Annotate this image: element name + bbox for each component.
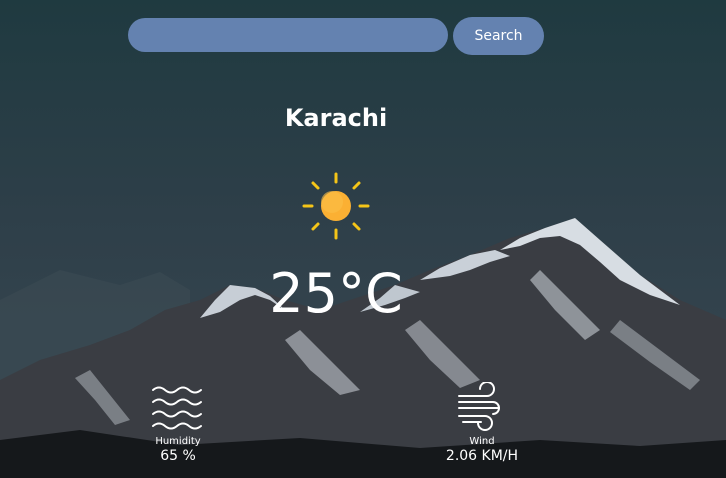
weather-app: Search Karachi 25°C Humidity 65 % Wind 2… bbox=[0, 0, 726, 478]
humidity-label: Humidity bbox=[155, 436, 201, 447]
city-name: Karachi bbox=[284, 104, 388, 132]
sun-icon bbox=[302, 172, 370, 240]
wind-label: Wind bbox=[469, 436, 495, 447]
wind-icon bbox=[458, 382, 500, 431]
humidity-value: 65 % bbox=[160, 448, 196, 464]
wind-value: 2.06 KM/H bbox=[445, 448, 519, 464]
search-input[interactable] bbox=[128, 18, 448, 52]
search-button[interactable]: Search bbox=[453, 17, 544, 55]
temperature-value: 25°C bbox=[269, 262, 403, 325]
waves-icon bbox=[152, 386, 202, 430]
humidity-stat: Humidity 65 % bbox=[128, 382, 228, 464]
wind-stat: Wind 2.06 KM/H bbox=[432, 382, 532, 464]
